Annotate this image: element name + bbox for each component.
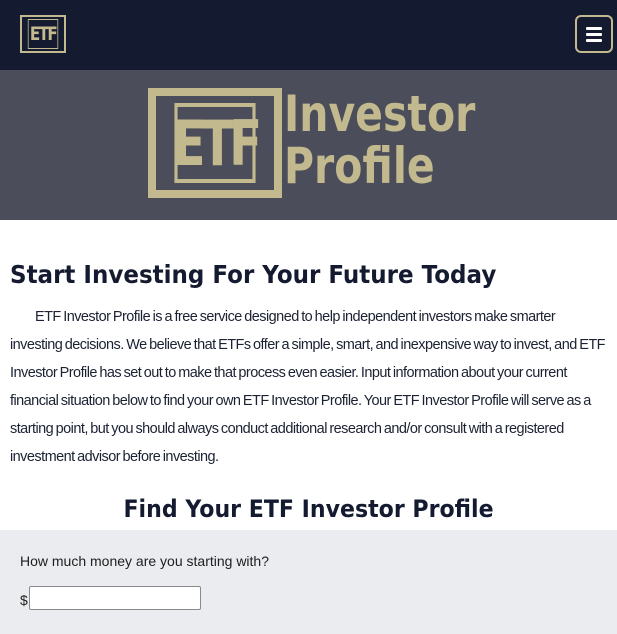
banner-title: Investor Profile xyxy=(284,88,475,192)
etf-logo-text: ETF xyxy=(27,19,59,49)
starting-amount-input[interactable] xyxy=(29,586,201,610)
main-content: Start Investing For Your Future Today ET… xyxy=(0,260,617,523)
banner-title-line1: Investor xyxy=(284,85,476,143)
currency-symbol: $ xyxy=(20,592,28,608)
banner-title-line2: Profile xyxy=(284,137,435,195)
starting-amount-label: How much money are you starting with? xyxy=(20,553,269,569)
banner-etf-logo: ETF xyxy=(148,88,282,198)
hamburger-icon xyxy=(586,26,602,30)
section-title: Find Your ETF Investor Profile xyxy=(123,495,494,523)
menu-toggle-button[interactable] xyxy=(575,15,613,53)
profile-form: How much money are you starting with? $ xyxy=(0,530,617,634)
intro-paragraph: ETF Investor Profile is a free service d… xyxy=(10,309,605,465)
etf-logo[interactable]: ETF xyxy=(20,15,66,53)
hamburger-icon-bar xyxy=(586,32,602,36)
page-headline: Start Investing For Your Future Today xyxy=(10,260,497,289)
hero-banner: ETF Investor Profile xyxy=(0,70,617,220)
top-navbar: ETF xyxy=(0,0,617,70)
banner-etf-logo-text: ETF xyxy=(172,103,262,183)
hamburger-icon-bar xyxy=(586,38,602,42)
